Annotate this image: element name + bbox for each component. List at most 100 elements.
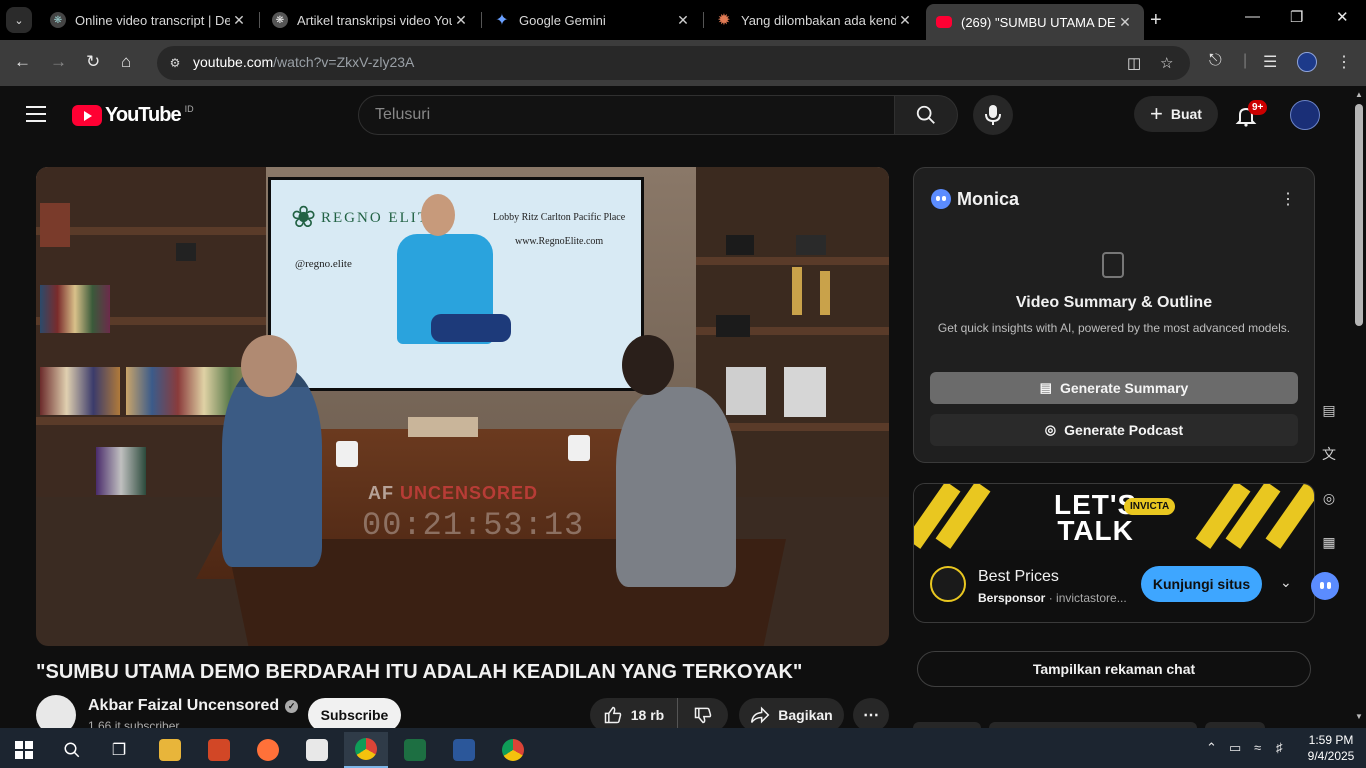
thumbs-up-icon xyxy=(604,706,622,724)
new-tab-button[interactable]: + xyxy=(1150,9,1162,32)
notification-badge: 9+ xyxy=(1248,100,1268,115)
scroll-down-icon[interactable]: ▼ xyxy=(1355,712,1363,721)
video-player[interactable]: ❀ REGNO ELITE @regno.elite Lobby Ritz Ca… xyxy=(36,167,889,646)
windows-taskbar: ❐ ⌃ ▭ ≈ ♯ 1:59 PM 9/4/2025 xyxy=(0,728,1366,768)
generate-summary-button[interactable]: ▤ Generate Summary xyxy=(930,372,1298,404)
media-control-icon[interactable]: ☰ xyxy=(1263,52,1277,72)
voice-search-button[interactable] xyxy=(973,95,1013,135)
document-sparkle-icon xyxy=(1102,252,1124,278)
chrome-menu-icon[interactable]: ⋮ xyxy=(1336,52,1352,72)
browser-profile-avatar[interactable] xyxy=(1297,52,1317,72)
page-scrollbar[interactable]: ▲ ▼ xyxy=(1352,86,1366,728)
minimize-icon[interactable]: — xyxy=(1245,8,1260,25)
browser-tab-active[interactable]: (269) "SUMBU UTAMA DEMO BERDARAH ✕ xyxy=(926,4,1144,40)
powerpoint-icon[interactable] xyxy=(197,732,241,768)
file-explorer-icon[interactable] xyxy=(148,732,192,768)
generate-podcast-button[interactable]: ◎ Generate Podcast xyxy=(930,414,1298,446)
account-avatar[interactable] xyxy=(1290,100,1320,130)
plus-icon: + xyxy=(1150,101,1163,126)
ad-brand-tag: INVICTA xyxy=(1124,498,1176,515)
firefox-icon[interactable] xyxy=(246,732,290,768)
tray-chevron-up-icon[interactable]: ⌃ xyxy=(1206,740,1217,756)
home-icon[interactable]: ⌂ xyxy=(121,52,131,72)
book-reader-icon[interactable]: ▤ xyxy=(1316,397,1342,423)
chevron-down-icon[interactable]: ⌄ xyxy=(1280,574,1292,591)
scroll-up-icon[interactable]: ▲ xyxy=(1355,90,1363,99)
close-icon[interactable]: ✕ xyxy=(230,12,248,29)
forward-icon[interactable]: → xyxy=(50,52,67,72)
chevron-down-icon: ⌄ xyxy=(14,14,24,27)
browser-tab[interactable]: ❋ Artikel transkripsi video YouTube ✕ xyxy=(262,4,480,36)
search-box xyxy=(358,95,895,135)
monica-logo-icon xyxy=(931,189,951,209)
youtube-logo[interactable]: YouTube ID xyxy=(72,104,194,127)
close-icon[interactable]: ✕ xyxy=(674,12,692,29)
taskbar-search-icon[interactable] xyxy=(50,732,94,768)
visit-site-button[interactable]: Kunjungi situs xyxy=(1141,566,1262,602)
sponsored-ad-card[interactable]: LET'S TALK INVICTA Best Prices Bersponsor… xyxy=(913,483,1315,623)
browser-tab[interactable]: ✦ Google Gemini ✕ xyxy=(484,4,702,36)
advertiser-logo[interactable] xyxy=(930,566,966,602)
tissue-box xyxy=(408,417,478,437)
video-title: "SUMBU UTAMA DEMO BERDARAH ITU ADALAH KE… xyxy=(36,661,803,683)
podcast-rail-icon[interactable]: ◎ xyxy=(1316,485,1342,511)
word-icon[interactable] xyxy=(442,732,486,768)
site-info-icon[interactable]: ⚙ xyxy=(165,53,185,73)
address-bar[interactable]: ⚙ youtube.com/watch?v=ZkxV-zly23A ◫ ☆ xyxy=(157,46,1190,80)
browser-tab[interactable]: ❋ Online video transcript | Des ✕ xyxy=(40,4,258,36)
excel-icon[interactable] xyxy=(393,732,437,768)
url-text[interactable]: youtube.com/watch?v=ZkxV-zly23A xyxy=(193,54,414,70)
translate-icon[interactable]: 文 xyxy=(1316,441,1342,467)
close-icon[interactable]: ✕ xyxy=(896,12,914,29)
ad-sponsor-line: Bersponsor · invictastore... xyxy=(978,591,1127,605)
wifi-icon[interactable]: ≈ xyxy=(1254,740,1261,755)
volume-icon[interactable]: ♯ xyxy=(1276,740,1283,755)
close-icon[interactable]: ✕ xyxy=(1116,14,1134,31)
search-icon xyxy=(916,105,935,124)
screen-address: Lobby Ritz Carlton Pacific Place www.Reg… xyxy=(493,212,626,247)
subscribe-button[interactable]: Subscribe xyxy=(308,698,401,732)
bookmark-star-icon[interactable]: ☆ xyxy=(1160,54,1173,72)
close-window-icon[interactable]: ✕ xyxy=(1336,8,1349,26)
share-button[interactable]: Bagikan xyxy=(739,698,844,732)
menu-icon[interactable] xyxy=(26,106,46,122)
ad-banner[interactable]: LET'S TALK INVICTA xyxy=(914,484,1314,550)
like-button[interactable]: 18 rb xyxy=(590,698,678,732)
back-icon[interactable]: ← xyxy=(14,52,31,72)
chrome-profile-taskbar-icon[interactable] xyxy=(491,732,535,768)
regno-leaf-logo: ❀ xyxy=(291,201,317,234)
channel-name[interactable]: Akbar Faizal Uncensored ✓ xyxy=(88,697,299,715)
install-app-icon[interactable]: ◫ xyxy=(1127,54,1141,72)
search-input[interactable] xyxy=(359,96,894,134)
taskbar-clock[interactable]: 1:59 PM 9/4/2025 xyxy=(1300,732,1362,764)
more-actions-button[interactable]: ⋯ xyxy=(853,698,889,732)
podcast-icon: ◎ xyxy=(1044,422,1057,437)
video-timecode: 00:21:53:13 xyxy=(362,507,585,544)
extensions-icon[interactable]: ⎋ xyxy=(1209,52,1222,70)
ad-title[interactable]: Best Prices xyxy=(978,568,1059,586)
chrome-taskbar-icon[interactable] xyxy=(344,732,388,768)
youtube-icon xyxy=(936,16,952,28)
monica-heading: Video Summary & Outline xyxy=(1015,294,1213,311)
restore-icon[interactable]: ❐ xyxy=(1290,8,1303,26)
battery-icon[interactable]: ▭ xyxy=(1229,740,1241,756)
apps-grid-icon[interactable]: ▦ xyxy=(1316,529,1342,555)
more-vertical-icon[interactable]: ⋮ xyxy=(1280,189,1296,209)
create-button[interactable]: + Buat xyxy=(1134,96,1218,132)
close-icon[interactable]: ✕ xyxy=(452,12,470,29)
monica-panel: Monica ⋮ Video Summary & Outline Get qui… xyxy=(913,167,1315,463)
share-arrow-icon xyxy=(751,706,770,724)
claude-icon: ✹ xyxy=(717,12,731,29)
tab-search-button[interactable]: ⌄ xyxy=(6,7,32,33)
browser-tab[interactable]: ✹ Yang dilombakan ada kendaraan ✕ xyxy=(706,4,924,36)
reload-icon[interactable]: ↻ xyxy=(86,52,100,72)
windows-start-icon[interactable] xyxy=(2,732,46,768)
app-star-icon[interactable] xyxy=(295,732,339,768)
search-button[interactable] xyxy=(894,95,958,135)
dislike-button[interactable] xyxy=(678,698,728,732)
scrollbar-thumb[interactable] xyxy=(1355,104,1363,326)
task-view-icon[interactable]: ❐ xyxy=(97,732,141,768)
tab-divider xyxy=(481,12,482,28)
show-chat-replay-button[interactable]: Tampilkan rekaman chat xyxy=(917,651,1311,687)
monica-launcher-icon[interactable] xyxy=(1311,572,1339,600)
